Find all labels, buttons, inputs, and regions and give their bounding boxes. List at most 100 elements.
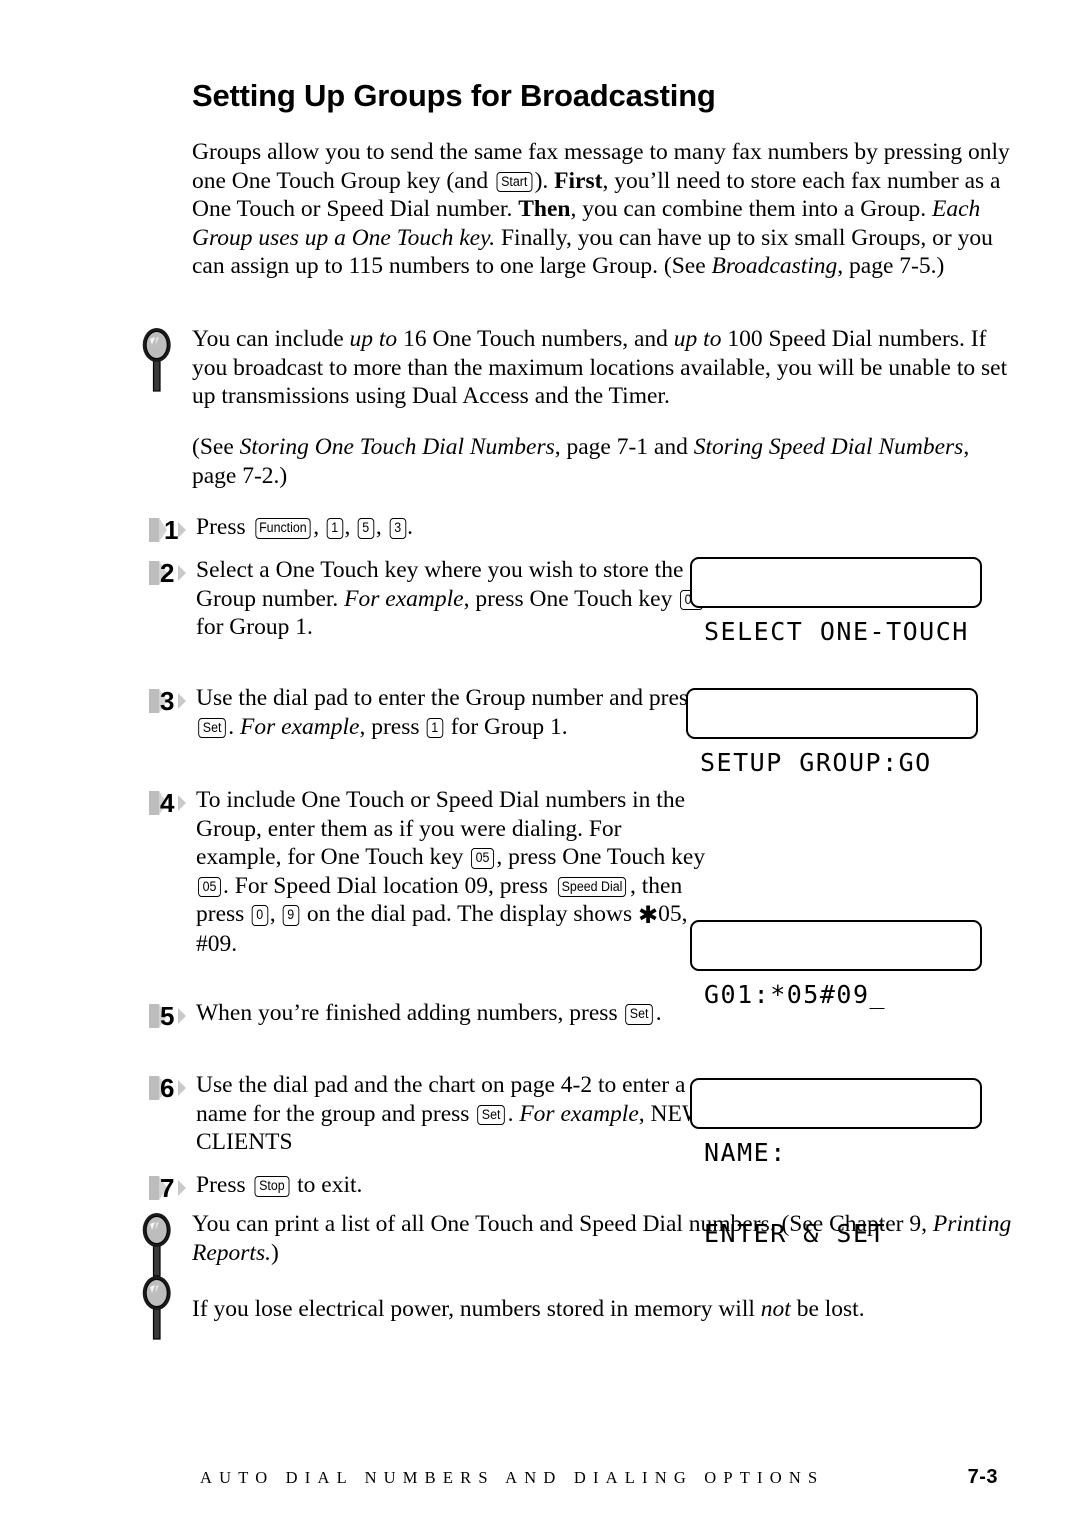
step-4-t6: on the dial pad. The display shows	[300, 901, 638, 928]
step-2-t2: , press One Touch key	[463, 585, 679, 612]
step-2-for-example: For example	[344, 585, 464, 612]
note-limits-t1: You can include	[192, 326, 350, 352]
step-6-text: Use the dial pad and the chart on page 4…	[196, 1071, 708, 1157]
key-05-a: 05	[471, 848, 495, 869]
see-references-paragraph: (See Storing One Touch Dial Numbers, pag…	[192, 433, 1010, 491]
note-power-loss-text: If you lose electrical power, numbers st…	[192, 1273, 1016, 1324]
step-2: 2 Select a One Touch key where you wish …	[148, 556, 708, 642]
step-3-t1: Use the dial pad to enter the Group numb…	[196, 685, 698, 711]
key-set: Set	[198, 717, 227, 739]
intro-italic-broadcasting: Broadcasting	[711, 253, 838, 280]
lcd-display-select-one-touch: SELECT ONE-TOUCH	[690, 557, 982, 645]
intro-paragraph: Groups allow you to send the same fax me…	[192, 138, 1010, 281]
lcd-line-1: SELECT ONE-TOUCH	[704, 617, 969, 646]
note-limits-t2: 16 One Touch numbers, and	[397, 326, 674, 352]
key-9: 9	[283, 905, 300, 926]
lcd-display-setup-group: SETUP GROUP:GO	[686, 688, 978, 776]
key-speed-dial: Speed Dial	[557, 876, 627, 898]
key-stop: Stop	[254, 1176, 289, 1197]
step-1-t3: ,	[344, 514, 357, 540]
step-6-t2: .	[507, 1100, 520, 1127]
note-print-list: You can print a list of all One Touch an…	[136, 1210, 1016, 1277]
note-limits: You can include up to 16 One Touch numbe…	[136, 325, 1016, 411]
step-4-marker: 4	[148, 788, 190, 818]
step-5-text: When you’re finished adding numbers, pre…	[196, 999, 708, 1028]
step-3-t4: for Group 1.	[444, 713, 568, 740]
step-4: 4 To include One Touch or Speed Dial num…	[148, 786, 708, 959]
note-print-t1: You can print a list of all One Touch an…	[192, 1211, 933, 1237]
svg-text:2: 2	[160, 558, 174, 588]
step-4-t5: ,	[269, 901, 282, 928]
page-footer: AUTO DIAL NUMBERS AND DIALING OPTIONS 7-…	[200, 1466, 1010, 1489]
step-6-marker: 6	[148, 1073, 190, 1103]
step-7-t2: to exit.	[291, 1172, 363, 1198]
step-6: 6 Use the dial pad and the chart on page…	[148, 1071, 708, 1157]
step-3: 3 Use the dial pad to enter the Group nu…	[148, 684, 708, 741]
step-5: 5 When you’re finished adding numbers, p…	[148, 999, 708, 1031]
asterisk-icon: ✱	[637, 901, 659, 930]
note-limits-upto-1: up to	[349, 326, 398, 352]
step-3-t3: , press	[359, 713, 426, 740]
key-1: 1	[427, 717, 444, 739]
step-1: 1 Press Function, 1, 5, 3.	[148, 513, 708, 545]
svg-text:4: 4	[160, 788, 175, 818]
note-print-list-text: You can print a list of all One Touch an…	[192, 1210, 1016, 1267]
step-7-text: Press Stop to exit.	[196, 1171, 708, 1200]
step-3-text: Use the dial pad to enter the Group numb…	[196, 684, 708, 741]
magnifier-icon	[136, 1273, 178, 1343]
step-1-text: Press Function, 1, 5, 3.	[196, 513, 708, 542]
magnifier-icon	[136, 1210, 178, 1280]
step-1-t2: ,	[313, 514, 326, 540]
key-1: 1	[326, 518, 343, 539]
key-05-b: 05	[198, 876, 222, 898]
see-t2: , page 7-1 and	[554, 434, 694, 460]
note-power-t1: If you lose electrical power, numbers st…	[192, 1296, 761, 1322]
note-print-t2: )	[270, 1239, 279, 1266]
step-4-text: To include One Touch or Speed Dial numbe…	[196, 786, 708, 959]
document-page: Setting Up Groups for Broadcasting Group…	[0, 0, 1080, 1529]
step-1-t1: Press	[196, 514, 252, 540]
page-title: Setting Up Groups for Broadcasting	[192, 78, 716, 113]
key-5: 5	[357, 518, 375, 539]
step-4-t2: , press One Touch key	[496, 844, 706, 871]
magnifier-icon	[136, 325, 178, 395]
step-5-marker: 5	[148, 1001, 190, 1031]
note-limits-upto-2: up to	[673, 326, 722, 352]
lcd-line-1: G01:*05#09_	[704, 980, 887, 1009]
intro-bold-then: Then	[518, 196, 571, 223]
intro-text-4: , you can combine them into a Group.	[570, 196, 933, 223]
step-4-t3: . For Speed Dial location 09, press	[223, 872, 554, 899]
step-1-marker: 1	[148, 515, 190, 545]
intro-text-2: ).	[534, 167, 555, 194]
step-2-marker: 2	[148, 558, 190, 588]
intro-text-6: , page 7-5.)	[837, 253, 945, 280]
lcd-line-1: SETUP GROUP:GO	[700, 748, 932, 777]
key-set: Set	[477, 1104, 506, 1126]
note-limits-text: You can include up to 16 One Touch numbe…	[192, 325, 1016, 411]
key-0: 0	[251, 905, 268, 926]
step-3-for-example: For example	[240, 713, 360, 740]
step-7-marker: 7	[148, 1173, 190, 1203]
see-t1: (See	[192, 434, 240, 460]
see-italic-storing-speed-dial: Storing Speed Dial Numbers	[693, 434, 964, 460]
svg-text:6: 6	[160, 1073, 174, 1103]
key-function: Function	[254, 518, 310, 539]
step-3-t2: .	[228, 713, 241, 740]
key-3: 3	[389, 518, 406, 539]
footer-page-number: 7-3	[967, 1466, 998, 1488]
see-italic-storing-one-touch: Storing One Touch Dial Numbers	[239, 434, 555, 460]
step-7-t1: Press	[196, 1172, 252, 1198]
lcd-display-group-entry: G01:*05#09_	[690, 920, 982, 1008]
lcd-line-1: NAME:	[704, 1138, 787, 1167]
svg-text:5: 5	[160, 1001, 174, 1031]
step-2-t3: for Group 1.	[196, 614, 313, 641]
step-1-t4: ,	[375, 514, 388, 540]
step-1-t5: .	[407, 514, 413, 540]
key-set: Set	[625, 1004, 654, 1025]
note-power-t2: be lost.	[790, 1296, 865, 1322]
footer-chapter-title: AUTO DIAL NUMBERS AND DIALING OPTIONS	[200, 1468, 825, 1487]
lcd-display-name-enter-set: NAME: ENTER & SET	[690, 1078, 982, 1247]
step-6-for-example: For example	[519, 1100, 639, 1127]
key-start: Start	[496, 171, 533, 193]
step-5-t2: .	[655, 1000, 662, 1026]
